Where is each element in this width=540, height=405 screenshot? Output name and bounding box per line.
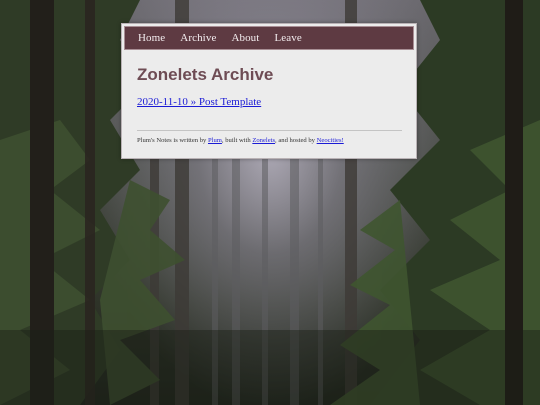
post-link[interactable]: 2020-11-10 » Post Template [137,96,261,108]
footer-mid-text-1: , built with [221,137,253,144]
top-nav: Home Archive About Leave [124,26,414,50]
content-card: Home Archive About Leave Zonelets Archiv… [121,23,417,159]
footer-builder-link[interactable]: Zonelets [252,137,275,144]
footer-mid-text-2: , and hosted by [275,137,317,144]
footer-text: Plum's Notes is written by Plum, built w… [137,137,344,144]
nav-about-link[interactable]: About [231,32,259,44]
footer-divider [137,130,402,131]
nav-archive-link[interactable]: Archive [180,32,216,44]
page-title: Zonelets Archive [137,65,274,84]
nav-leave-link[interactable]: Leave [274,32,301,44]
footer-host-link[interactable]: Neocities! [317,137,344,144]
footer-author-link[interactable]: Plum [208,137,222,144]
footer-prefix: Plum's Notes is written by [137,137,208,144]
nav-home-link[interactable]: Home [138,32,165,44]
